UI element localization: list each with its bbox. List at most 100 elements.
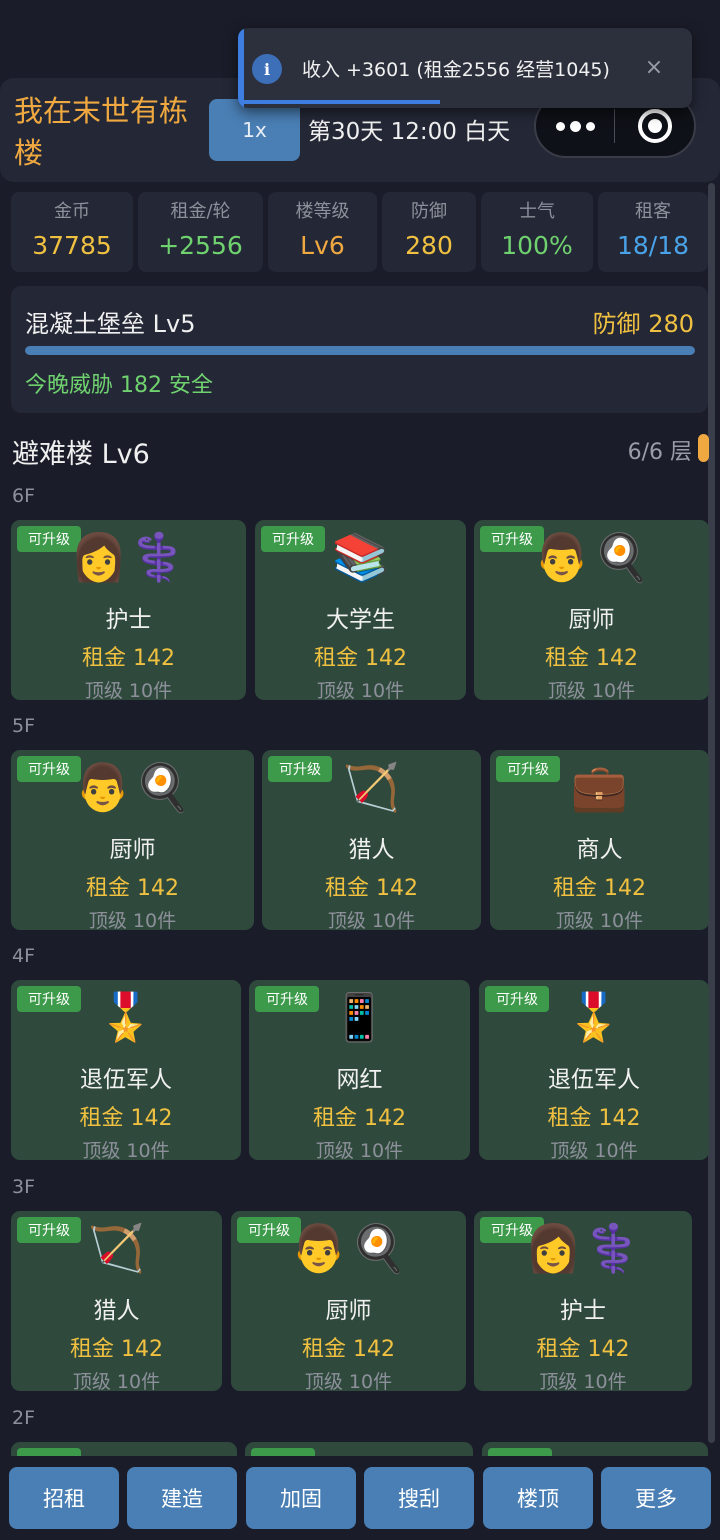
stat-card: 士气 100%: [481, 192, 593, 272]
tenant-rent: 租金 142: [86, 876, 179, 901]
tenant-room-card[interactable]: 可升级 👩 ⚕️ 护士 租金 142 顶级 10件: [474, 1211, 692, 1391]
tenant-avatar: 🎖️: [479, 986, 709, 1048]
tenant-emoji-icon: 👨: [533, 530, 591, 584]
tenant-furniture-tier: 顶级 10件: [88, 910, 177, 930]
nav-button-1[interactable]: 招租: [9, 1467, 119, 1529]
scrollbar-thumb[interactable]: [698, 434, 709, 462]
day-time-label: 第30天 12:00 白天: [308, 119, 511, 145]
tenant-rent: 租金 142: [79, 1106, 173, 1131]
stat-value: Lv6: [300, 231, 345, 260]
tenant-furniture-tier: 顶级 10件: [550, 1140, 638, 1160]
defense-structure-name: 混凝土堡垒 Lv5: [25, 310, 196, 338]
stat-card: 金币 37785: [11, 192, 133, 272]
tenant-avatar: 🎖️: [11, 986, 241, 1048]
floor-label: 6F: [12, 485, 36, 507]
tenant-furniture-tier: 顶级 10件: [555, 910, 644, 930]
stat-card: 租客 18/18: [598, 192, 708, 272]
tenant-emoji-icon: 🏹: [342, 760, 401, 814]
tenant-room-card[interactable]: 可升级 📚 大学生 租金 142 顶级 10件: [255, 520, 466, 700]
tenant-emoji-icon: 👨: [290, 1221, 348, 1275]
tenant-occupation: 退伍军人: [80, 1067, 172, 1093]
tenant-avatar: 📱: [249, 986, 470, 1048]
toast-message: 收入 +3601 (租金2556 经营1045): [302, 59, 610, 81]
defense-panel: 混凝土堡垒 Lv5 防御 280 今晚威胁 182 安全: [11, 286, 708, 413]
stat-label: 租客: [635, 201, 671, 222]
toast-accent-bar: [238, 28, 244, 108]
tenant-room-card[interactable]: 可升级 📱 网红 租金 142 顶级 10件: [249, 980, 470, 1160]
stat-value: 37785: [32, 231, 112, 260]
tenant-room-card[interactable]: 可升级 🏹 猎人 租金 142 顶级 10件: [262, 750, 481, 930]
tenant-emoji-icon: 🍳: [133, 760, 191, 814]
tenant-rent: 租金 142: [314, 646, 407, 671]
scrollbar-track[interactable]: [708, 183, 715, 1443]
tenant-room-card[interactable]: 可升级 💼 商人 租金 142 顶级 10件: [490, 750, 709, 930]
tenant-emoji-icon: 💼: [570, 760, 629, 814]
nav-button-2[interactable]: 建造: [127, 1467, 237, 1529]
tenant-furniture-tier: 顶级 10件: [547, 680, 636, 700]
stat-value: 100%: [501, 231, 573, 260]
nav-button-5[interactable]: 楼顶: [483, 1467, 593, 1529]
tenant-emoji-icon: 📚: [331, 530, 390, 584]
tenant-room-card[interactable]: 可升级 🏹 猎人 租金 142 顶级 10件: [11, 1211, 222, 1391]
tenant-occupation: 网红: [336, 1067, 383, 1093]
tenant-furniture-tier: 顶级 10件: [72, 1371, 161, 1391]
tenant-occupation: 厨师: [109, 837, 156, 863]
stat-label: 租金/轮: [170, 201, 231, 222]
stat-label: 防御: [411, 201, 447, 222]
toast-timer-bar: [244, 100, 440, 104]
tenant-avatar: 🏹: [262, 756, 481, 818]
tenant-room-card[interactable]: 可升级 🎖️ 退伍军人 租金 142 顶级 10件: [479, 980, 709, 1160]
tenant-emoji-icon: 🏹: [87, 1221, 146, 1275]
tenant-avatar: 🏹: [11, 1217, 222, 1279]
tenant-avatar: 📚: [255, 526, 466, 588]
tenant-emoji-icon: 👩: [70, 530, 128, 584]
tenant-room-card[interactable]: 可升级 👨 🍳 厨师 租金 142 顶级 10件: [11, 750, 254, 930]
tenant-furniture-tier: 顶级 10件: [304, 1371, 393, 1391]
tenant-rent: 租金 142: [313, 1106, 406, 1131]
stat-card: 防御 280: [382, 192, 476, 272]
tenant-furniture-tier: 顶级 10件: [327, 910, 416, 930]
floor-label: 5F: [12, 715, 36, 737]
tenant-avatar: 👨 🍳: [11, 756, 254, 818]
tenant-rent: 租金 142: [547, 1106, 641, 1131]
stat-value: 280: [405, 231, 453, 260]
tenant-room-card[interactable]: 可升级 👨 🍳 厨师 租金 142 顶级 10件: [474, 520, 709, 700]
stat-label: 士气: [519, 201, 555, 222]
nav-button-6[interactable]: 更多: [601, 1467, 711, 1529]
nav-button-3[interactable]: 加固: [246, 1467, 356, 1529]
floor-label: 3F: [12, 1176, 36, 1198]
tenant-emoji-icon: ⚕️: [584, 1221, 642, 1275]
tenant-occupation: 护士: [560, 1298, 606, 1324]
tenant-avatar: 👨 🍳: [474, 526, 709, 588]
tenant-rent: 租金 142: [82, 646, 175, 671]
info-icon: i: [252, 54, 282, 84]
stat-value: 18/18: [616, 231, 690, 260]
defense-bar-fill: [25, 346, 695, 355]
speed-button[interactable]: 1x: [209, 99, 300, 161]
shelter-title: 避难楼 Lv6: [12, 439, 150, 470]
tenant-room-card[interactable]: 可升级 👩 ⚕️ 护士 租金 142 顶级 10件: [11, 520, 246, 700]
tenant-rent: 租金 142: [70, 1337, 163, 1362]
tenant-occupation: 退伍军人: [548, 1067, 640, 1093]
income-toast: i 收入 +3601 (租金2556 经营1045) ×: [238, 28, 692, 108]
close-icon[interactable]: ×: [642, 52, 666, 82]
floor-count: 6/6 层: [627, 440, 692, 465]
nav-button-4[interactable]: 搜刮: [364, 1467, 474, 1529]
tenant-emoji-icon: 🍳: [349, 1221, 407, 1275]
tenant-rent: 租金 142: [536, 1337, 630, 1362]
app-title: 我在末世有栋楼: [14, 94, 189, 170]
tenant-avatar: 👨 🍳: [231, 1217, 466, 1279]
tenant-furniture-tier: 顶级 10件: [539, 1371, 627, 1391]
tenant-occupation: 大学生: [326, 607, 395, 633]
tenant-rent: 租金 142: [545, 646, 638, 671]
tenant-avatar: 👩 ⚕️: [11, 526, 246, 588]
tenant-room-card[interactable]: 可升级 🎖️ 退伍军人 租金 142 顶级 10件: [11, 980, 241, 1160]
tenant-room-card[interactable]: 可升级 👨 🍳 厨师 租金 142 顶级 10件: [231, 1211, 466, 1391]
tenant-avatar: 👩 ⚕️: [474, 1217, 692, 1279]
stat-value: +2556: [158, 231, 243, 260]
tenant-occupation: 厨师: [325, 1298, 372, 1324]
tenant-occupation: 护士: [105, 607, 152, 633]
tenant-occupation: 猎人: [93, 1298, 140, 1324]
tenant-emoji-icon: 📱: [330, 990, 389, 1044]
tenant-furniture-tier: 顶级 10件: [84, 680, 173, 700]
